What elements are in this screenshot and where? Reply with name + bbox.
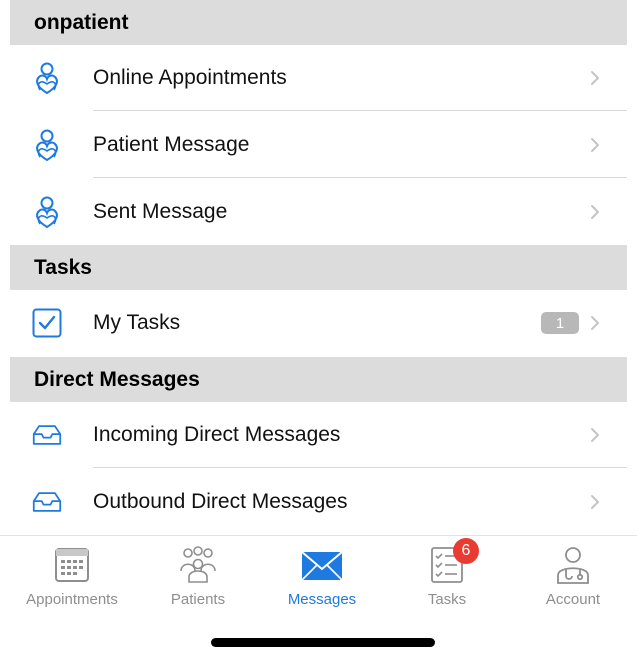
onpatient-heart-person-icon [32, 62, 62, 94]
tab-label: Messages [287, 591, 357, 608]
row-label: Sent Message [93, 200, 228, 223]
row-label: Incoming Direct Messages [93, 423, 341, 446]
inbox-tray-icon [32, 486, 62, 518]
tab-label: Patients [170, 591, 226, 608]
chevron-right-icon [591, 495, 599, 509]
chevron-right-icon [591, 71, 599, 85]
people-icon [180, 546, 216, 583]
tab-account[interactable]: Account [518, 536, 628, 616]
row-incoming-direct-messages[interactable]: Incoming Direct Messages [10, 402, 627, 468]
row-label: Outbound Direct Messages [93, 490, 348, 513]
tab-label: Account [545, 591, 601, 608]
section-header-tasks: Tasks [10, 245, 627, 290]
row-label: Online Appointments [93, 66, 287, 89]
chevron-right-icon [591, 428, 599, 442]
section-title: Direct Messages [34, 367, 200, 391]
tab-label: Appointments [26, 591, 118, 608]
row-label: Patient Message [93, 133, 250, 156]
row-label: My Tasks [93, 311, 181, 334]
doctor-icon [557, 547, 589, 584]
tab-bar: Appointments Patients Messages 6 Tasks A… [0, 535, 637, 616]
row-online-appointments[interactable]: Online Appointments [10, 45, 627, 111]
tasks-notification-badge: 6 [453, 538, 479, 564]
section-header-onpatient: onpatient [10, 0, 627, 45]
row-separator [93, 110, 627, 111]
tab-appointments[interactable]: Appointments [17, 536, 127, 616]
tab-patients[interactable]: Patients [143, 536, 253, 616]
inbox-tray-icon [32, 419, 62, 451]
tab-messages[interactable]: Messages [267, 536, 377, 616]
row-my-tasks[interactable]: My Tasks 1 [10, 290, 627, 356]
chevron-right-icon [591, 205, 599, 219]
row-outbound-direct-messages[interactable]: Outbound Direct Messages [10, 469, 627, 535]
tab-tasks[interactable]: 6 Tasks [392, 536, 502, 616]
calendar-icon [55, 548, 89, 582]
row-separator [93, 177, 627, 178]
checkbox-icon [32, 307, 62, 339]
tab-label: Tasks [427, 591, 467, 608]
section-title: onpatient [34, 10, 129, 34]
row-separator [93, 467, 627, 468]
envelope-icon [301, 551, 343, 581]
section-title: Tasks [34, 255, 92, 279]
messages-screen: onpatient Online Appointments Patient Me… [0, 0, 637, 647]
task-count-badge: 1 [541, 312, 579, 334]
row-sent-message[interactable]: Sent Message [10, 179, 627, 245]
chevron-right-icon [591, 138, 599, 152]
onpatient-heart-person-icon [32, 196, 62, 228]
chevron-right-icon [591, 316, 599, 330]
section-header-direct-messages: Direct Messages [10, 357, 627, 402]
row-patient-message[interactable]: Patient Message [10, 112, 627, 178]
home-indicator [211, 638, 435, 647]
onpatient-heart-person-icon [32, 129, 62, 161]
